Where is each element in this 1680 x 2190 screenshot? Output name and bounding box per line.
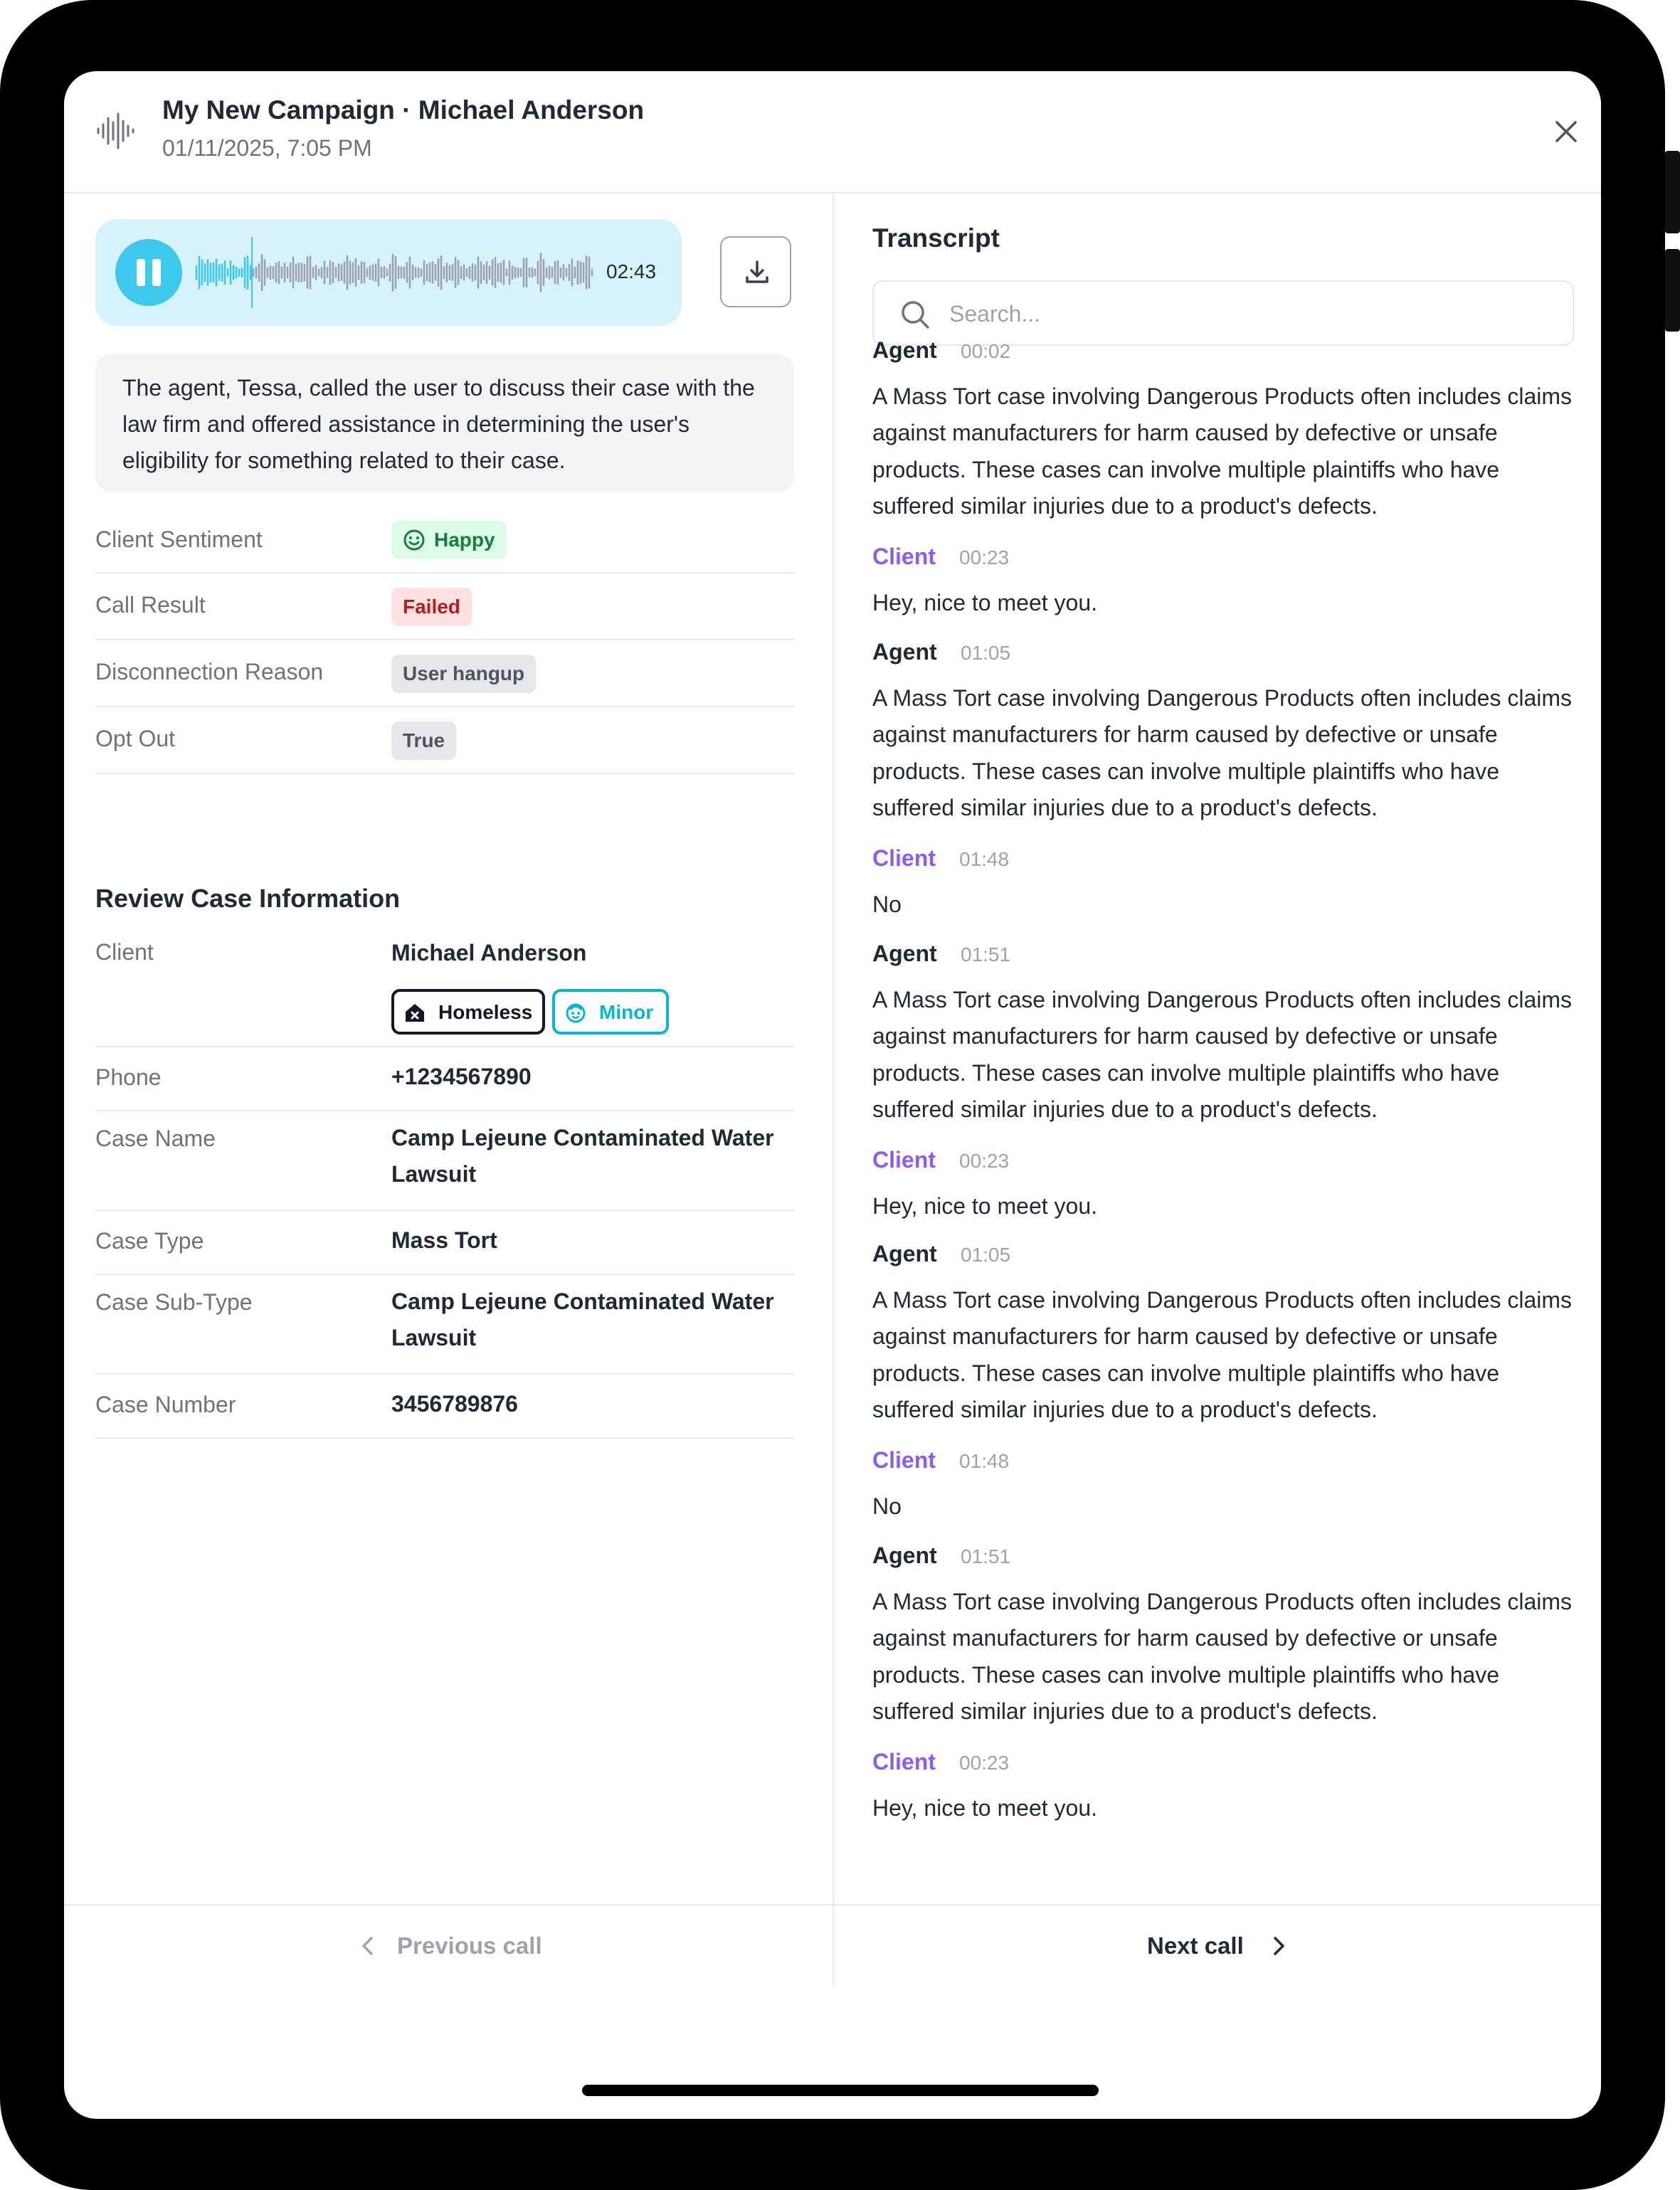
message-timestamp: 00:23	[959, 1150, 1010, 1172]
message-timestamp: 00:23	[959, 1752, 1010, 1774]
audio-player: 02:43	[95, 219, 682, 326]
message-text: A Mass Tort case involving Dangerous Pro…	[872, 1589, 1572, 1724]
tag-minor[interactable]: Minor	[552, 989, 669, 1035]
device-side-button	[1665, 249, 1680, 332]
detail-label: Disconnection Reason	[95, 659, 324, 684]
message-text: A Mass Tort case involving Dangerous Pro…	[872, 987, 1572, 1122]
home-icon	[406, 1004, 424, 1022]
detail-label: Opt Out	[95, 726, 176, 751]
home-indicator	[582, 2085, 1099, 2096]
message-timestamp: 01:51	[961, 1545, 1011, 1567]
message-speaker: Client	[872, 1147, 936, 1173]
detail-label: Client Sentiment	[95, 527, 263, 552]
message-text: No	[872, 892, 902, 917]
message-speaker: Client	[872, 544, 936, 569]
message-speaker: Agent	[872, 337, 937, 363]
section-title: Review Case Information	[95, 884, 401, 913]
detail-row-case-type: Case Type Mass Tort	[95, 1211, 794, 1275]
message-text: A Mass Tort case involving Dangerous Pro…	[872, 685, 1572, 820]
search-input[interactable]	[948, 293, 1563, 334]
message-text: Hey, nice to meet you.	[872, 590, 1097, 615]
message-timestamp: 01:05	[961, 642, 1011, 664]
disconnection-badge: User hangup	[391, 655, 537, 693]
message-text: Hey, nice to meet you.	[872, 1795, 1097, 1821]
call-result-badge: Failed	[391, 588, 472, 626]
message-timestamp: 01:48	[959, 1450, 1010, 1472]
detail-row-opt-out: Opt Out True	[95, 707, 794, 774]
detail-label: Case Type	[95, 1228, 204, 1254]
message-speaker: Agent	[872, 1241, 937, 1266]
detail-label: Client	[95, 939, 154, 965]
message-text: No	[872, 1493, 902, 1519]
tag-homeless[interactable]: Homeless	[391, 989, 545, 1035]
opt-out-badge: True	[391, 721, 457, 760]
message-speaker: Client	[872, 845, 936, 871]
pause-button[interactable]	[115, 239, 182, 306]
device-side-button	[1665, 151, 1680, 233]
download-icon	[746, 260, 768, 283]
message-timestamp: 01:05	[961, 1244, 1011, 1266]
column-divider	[833, 192, 834, 1987]
message-text: A Mass Tort case involving Dangerous Pro…	[872, 1287, 1572, 1422]
case-sub-type-value: Camp Lejeune Contaminated Water Lawsuit	[391, 1289, 774, 1350]
message-timestamp: 00:02	[961, 340, 1011, 362]
case-name-value: Camp Lejeune Contaminated Water Lawsuit	[391, 1125, 774, 1187]
detail-label: Case Sub-Type	[95, 1289, 253, 1315]
waveform-icon	[97, 112, 134, 149]
sentiment-badge: Happy	[391, 521, 507, 559]
message-timestamp: 01:48	[959, 848, 1010, 870]
message-text: A Mass Tort case involving Dangerous Pro…	[872, 383, 1572, 519]
message-speaker: Agent	[872, 1543, 937, 1568]
detail-row-phone: Phone +1234567890	[95, 1047, 794, 1111]
detail-row-case-name: Case Name Camp Lejeune Contaminated Wate…	[95, 1111, 794, 1211]
transcript-title: Transcript	[872, 223, 1000, 253]
child-face-icon	[566, 1003, 586, 1023]
call-navigation: Previous call Next call	[64, 1904, 1601, 1988]
message-speaker: Client	[872, 1447, 936, 1473]
call-datetime: 01/11/2025, 7:05 PM	[162, 135, 372, 161]
transcript-search	[872, 280, 1574, 346]
call-detail-screen: My New Campaign · Michael Anderson 01/11…	[64, 71, 1601, 2119]
client-name: Michael Anderson	[391, 940, 587, 966]
message-timestamp: 01:51	[961, 943, 1011, 966]
tablet-frame: My New Campaign · Michael Anderson 01/11…	[0, 0, 1680, 2190]
modal-header: My New Campaign · Michael Anderson 01/11…	[64, 71, 1601, 194]
smile-icon	[403, 529, 425, 551]
detail-label: Case Name	[95, 1126, 216, 1151]
phone-value: +1234567890	[391, 1064, 532, 1089]
audio-duration: 02:43	[606, 260, 657, 282]
case-type-value: Mass Tort	[391, 1227, 497, 1253]
chevron-left-icon	[362, 1937, 373, 1955]
download-button[interactable]	[720, 236, 791, 307]
next-call-button[interactable]: Next call	[1147, 1927, 1304, 1967]
message-speaker: Client	[872, 1749, 936, 1774]
detail-label: Call Result	[95, 592, 206, 618]
message-speaker: Agent	[872, 639, 937, 665]
close-icon[interactable]	[1551, 117, 1581, 147]
detail-row-case-number: Case Number 3456789876	[95, 1375, 794, 1439]
call-summary: The agent, Tessa, called the user to dis…	[95, 354, 794, 492]
chevron-right-icon	[1274, 1937, 1284, 1955]
detail-row-call-result: Call Result Failed	[95, 573, 794, 640]
modal-title: My New Campaign · Michael Anderson	[162, 95, 645, 125]
message-text: Hey, nice to meet you.	[872, 1193, 1097, 1219]
message-timestamp: 00:23	[959, 546, 1010, 568]
detail-label: Phone	[95, 1064, 162, 1090]
detail-label: Case Number	[95, 1392, 236, 1417]
audio-waveform[interactable]	[195, 237, 593, 308]
search-icon	[902, 301, 929, 329]
detail-row-case-sub-type: Case Sub-Type Camp Lejeune Contaminated …	[95, 1275, 794, 1375]
detail-row-disconnection-reason: Disconnection Reason User hangup	[95, 640, 794, 707]
case-number-value: 3456789876	[391, 1391, 518, 1417]
message-speaker: Agent	[872, 941, 937, 966]
detail-row-client-sentiment: Client Sentiment Happy	[95, 508, 794, 573]
